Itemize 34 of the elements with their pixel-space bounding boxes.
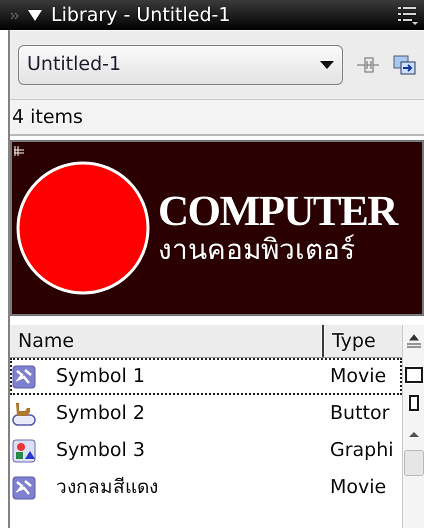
- wide-view-icon[interactable]: [404, 367, 422, 383]
- item-count: 4 items: [10, 100, 424, 136]
- library-item[interactable]: Symbol 3 Graphi: [10, 432, 402, 469]
- menu-icon[interactable]: [398, 5, 418, 25]
- item-type: Buttor: [330, 401, 390, 426]
- item-name: วงกลมสีแดง: [55, 475, 159, 500]
- caret-icon: [320, 60, 334, 68]
- scrollbar-thumb[interactable]: [404, 450, 424, 476]
- library-item[interactable]: Symbol 2 Buttor: [10, 395, 402, 432]
- graphic-symbol-icon: [12, 438, 36, 462]
- panel-title: Library - Untitled-1: [51, 6, 230, 24]
- item-type: Movie: [330, 364, 388, 390]
- item-name: Symbol 3: [55, 438, 146, 464]
- dropdown-value: Untitled-1: [27, 52, 122, 78]
- movie-clip-icon: [12, 364, 36, 388]
- item-name: Symbol 1: [55, 364, 146, 390]
- column-header[interactable]: Type: [324, 325, 402, 357]
- scroll-up-icon[interactable]: [408, 431, 420, 438]
- caret-icon[interactable]: [27, 7, 43, 23]
- library-item[interactable]: Symbol 1 Movie: [10, 358, 402, 395]
- narrow-view-icon[interactable]: [408, 395, 418, 411]
- library-item[interactable]: วงกลมสีแดง Movie: [10, 469, 402, 506]
- preview-subheading: งานคอมพิวเตอร์: [158, 232, 355, 266]
- sort-icon[interactable]: [406, 334, 422, 348]
- document-dropdown[interactable]: Untitled-1: [18, 44, 343, 84]
- column-header[interactable]: Name: [10, 325, 324, 357]
- item-name: Symbol 2: [55, 401, 146, 426]
- item-type: Movie: [330, 475, 388, 500]
- registration-point-icon: [14, 146, 24, 156]
- new-panel-icon[interactable]: [393, 54, 416, 76]
- button-symbol-icon: [12, 402, 36, 426]
- movie-clip-icon: [12, 476, 36, 500]
- preview-heading: COMPUTER: [158, 190, 397, 233]
- item-type: Graphi: [330, 438, 395, 464]
